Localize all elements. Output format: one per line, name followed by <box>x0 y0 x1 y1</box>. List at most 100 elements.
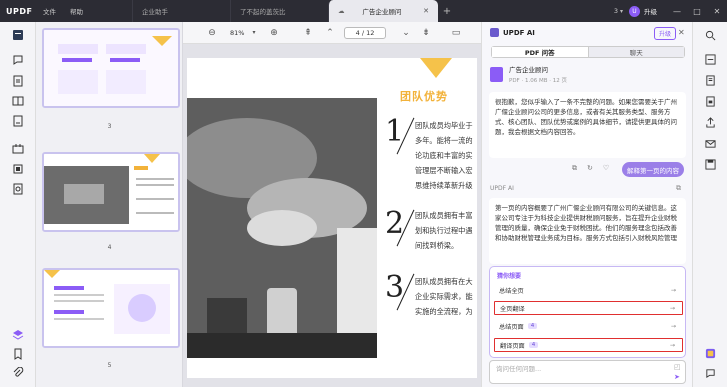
protect-pdf-icon[interactable] <box>703 94 717 108</box>
close-icon[interactable]: ✕ <box>678 28 685 37</box>
email-icon[interactable] <box>703 136 717 150</box>
page-indicator: 4 / 12 <box>355 29 375 37</box>
suggestion-summarize-all[interactable]: 总结全页 → <box>494 283 683 297</box>
menu-file[interactable]: 文件 <box>36 6 63 16</box>
pdf-file-icon <box>490 66 503 82</box>
last-page-icon[interactable]: ⇟ <box>419 26 433 40</box>
thumbnail-number: 4 <box>107 244 112 251</box>
zoom-out-icon[interactable]: ⊖ <box>205 26 219 40</box>
tab-chat[interactable]: 聊天 <box>588 47 684 57</box>
copy-icon[interactable]: ⧉ <box>572 164 577 173</box>
edit-icon[interactable] <box>11 74 25 88</box>
form-icon[interactable] <box>11 142 25 156</box>
item-text: 团队成员均毕业于 多年。能将一流的 论功底和丰富的实 管理层不断输入宏 思维持续… <box>415 121 473 190</box>
avatar[interactable]: U <box>629 5 640 17</box>
message-actions: ⧉ ↻ ♡ <box>572 164 609 173</box>
left-toolbar <box>0 22 36 387</box>
item-text: 团队成员拥有在大 企业实际需求，能 实施的全流程，为 <box>415 277 473 316</box>
reader-icon[interactable] <box>11 28 25 42</box>
thumbnail-page-5[interactable] <box>42 268 180 348</box>
convert-pdf-icon[interactable] <box>703 73 717 87</box>
upgrade-button[interactable]: 升级 <box>644 6 657 16</box>
doc-meta: PDF · 1.06 MB · 12 页 <box>509 78 567 84</box>
suggestion-summarize-page[interactable]: 总结页面 4 → <box>494 319 683 333</box>
first-page-icon[interactable]: ⇞ <box>301 26 315 40</box>
ai-assistant-icon[interactable] <box>703 346 717 360</box>
search-icon[interactable] <box>703 28 717 42</box>
prev-page-icon[interactable]: ⌃ <box>323 26 337 40</box>
save-icon[interactable] <box>703 157 717 171</box>
minimize-button[interactable]: — <box>667 7 687 16</box>
regenerate-icon[interactable]: ↻ <box>587 164 593 173</box>
thumbnail-number: 5 <box>107 362 112 369</box>
attachment-icon[interactable] <box>11 366 25 380</box>
ai-message: 很抱歉，您似乎输入了一条不完整的问题。如果您需要关于广州广偃企业顾问公司的更多信… <box>489 92 686 158</box>
right-toolbar <box>692 22 727 387</box>
cloud-icon: ☁ <box>338 7 345 15</box>
send-icon[interactable]: ➤ <box>674 373 680 381</box>
suggestion-translate-page[interactable]: 翻译页面 4 → <box>494 338 683 352</box>
arrow-right-icon: → <box>669 341 675 349</box>
ocr-icon[interactable] <box>703 52 717 66</box>
ai-mode-tabs: PDF 问答 聊天 <box>491 46 685 58</box>
doc-name: 广告企业顾问 <box>509 66 548 74</box>
close-tab-icon[interactable]: ✕ <box>423 7 429 15</box>
layers-icon[interactable] <box>11 328 25 342</box>
ai-input-box: ◰ ➤ <box>489 360 686 384</box>
convert-icon[interactable] <box>11 114 25 128</box>
arrow-right-icon: → <box>669 304 675 312</box>
chevron-down-icon[interactable]: ▾ <box>620 8 623 15</box>
close-button[interactable]: ✕ <box>707 7 727 16</box>
suggestion-label: 翻译页面 <box>500 342 525 350</box>
menu-help[interactable]: 帮助 <box>63 6 90 16</box>
section-title: 团队优势 <box>400 90 448 103</box>
suggestion-translate-all[interactable]: 全页翻译 → <box>494 301 683 315</box>
next-page-icon[interactable]: ⌄ <box>399 26 413 40</box>
document-toolbar: ⊖ 81% ▾ ⊕ ⇞ ⌃ 4 / 12 ⌄ ⇟ ▭ <box>183 22 481 44</box>
explain-first-page-button[interactable]: 解释第一页的内容 <box>622 162 684 177</box>
document-view: 团队优势 1 团队成员均毕业于 多年。能将一流的 论功底和丰富的实 管理层不断输… <box>183 44 481 387</box>
chevron-down-icon[interactable]: ▾ <box>247 26 261 40</box>
notification-count[interactable]: 3 <box>614 7 618 15</box>
ai-upgrade-button[interactable]: 升级 <box>654 27 677 40</box>
ai-title: UPDF AI <box>503 28 535 37</box>
zoom-level[interactable]: 81% <box>230 29 244 37</box>
comment-icon[interactable] <box>11 53 25 67</box>
arrow-right-icon: → <box>670 286 676 294</box>
suggestion-title: 猜你想要 <box>497 273 522 280</box>
chat-icon[interactable] <box>703 366 717 380</box>
bookmark-icon[interactable] <box>11 347 25 361</box>
stamp-icon[interactable] <box>11 182 25 196</box>
zoom-in-icon[interactable]: ⊕ <box>267 26 281 40</box>
ai-question-input[interactable] <box>496 365 656 373</box>
thumbnail-page-4[interactable] <box>42 152 180 232</box>
thumbnail-page-3[interactable] <box>42 28 180 108</box>
page-number-input[interactable]: 4 / 12 <box>344 27 386 39</box>
maximize-button[interactable]: □ <box>687 7 707 16</box>
tab-gatsby[interactable]: 了不起的盖茨比 <box>230 0 328 22</box>
thumbnail-number: 3 <box>107 123 112 130</box>
tab-ad-consultant[interactable]: ☁ 广告企业顾问 ✕ <box>328 0 438 22</box>
page-badge: 4 <box>528 342 539 348</box>
image-upload-icon[interactable]: ◰ <box>674 363 681 371</box>
suggestion-label: 总结全页 <box>499 287 524 295</box>
suggestion-popup: 猜你想要 总结全页 → 全页翻译 → 总结页面 4 → 翻译页面 4 → <box>489 266 686 358</box>
organize-icon[interactable] <box>11 94 25 108</box>
ai-sender-label: UPDF AI <box>490 185 514 192</box>
tab-pdf-qa[interactable]: PDF 问答 <box>492 47 589 57</box>
tab-enterprise-assistant[interactable]: 企业助手 <box>132 0 230 22</box>
app-logo: UPDF <box>6 6 33 16</box>
document-card[interactable]: 广告企业顾问 PDF · 1.06 MB · 12 页 <box>490 62 684 86</box>
document-tabs: 企业助手 了不起的盖茨比 ☁ 广告企业顾问 ✕ + <box>132 0 456 22</box>
arrow-right-icon: → <box>670 322 676 330</box>
ai-answer: 第一页的内容概要了广州广偃企业顾问有限公司的关键信息。这家公司专注于为科技企业提… <box>489 198 686 264</box>
comment-view-icon[interactable]: ▭ <box>449 26 463 40</box>
ai-header: UPDF AI <box>490 28 535 37</box>
thumbs-up-icon[interactable]: ♡ <box>603 164 609 173</box>
new-tab-button[interactable]: + <box>438 0 456 22</box>
title-bar: UPDF 文件 帮助 企业助手 了不起的盖茨比 ☁ 广告企业顾问 ✕ + 3 ▾… <box>0 0 727 22</box>
page-badge: 4 <box>527 323 538 329</box>
protect-icon[interactable] <box>11 162 25 176</box>
share-icon[interactable] <box>703 115 717 129</box>
copy-icon[interactable]: ⧉ <box>676 184 681 193</box>
